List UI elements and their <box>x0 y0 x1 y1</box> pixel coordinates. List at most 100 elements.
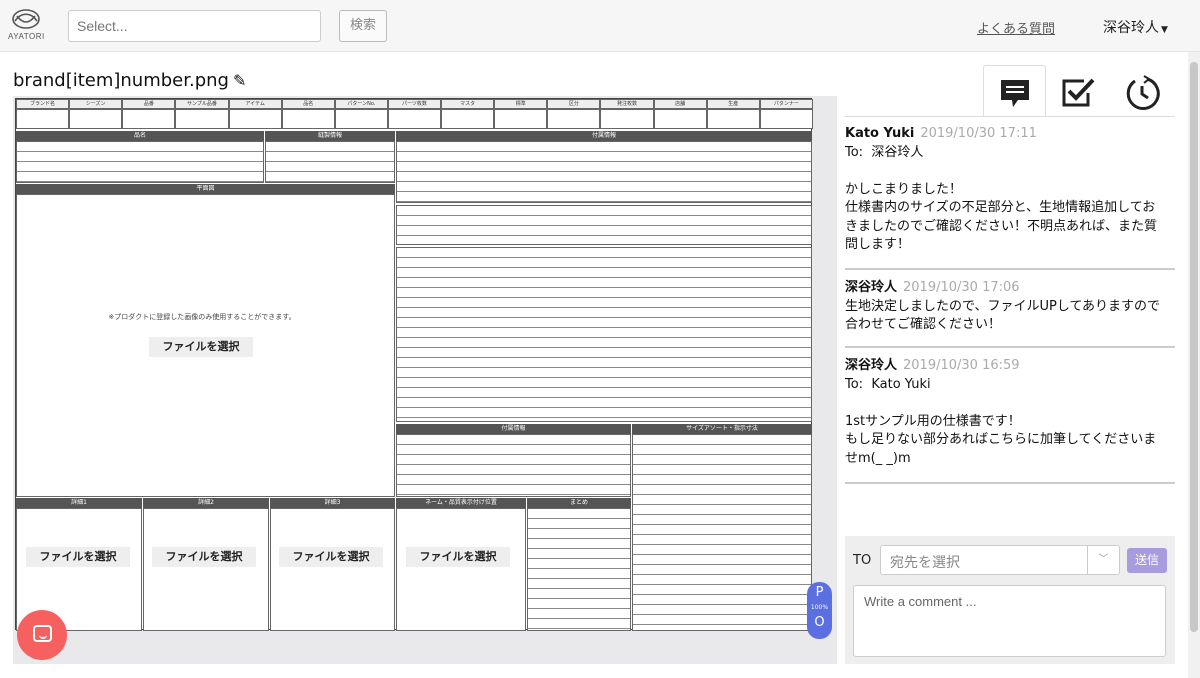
heimen-file-select-button[interactable]: ファイルを選択 <box>149 337 253 357</box>
sheet-top-header-cell: ブランド名 <box>16 99 70 109</box>
item-select-input[interactable]: Select... <box>68 10 321 42</box>
sheet-name-position-header: ネーム・品質表示付け位置 <box>396 498 526 508</box>
spec-sheet-image: ブランド名 シーズン 品番 サンプル品番 アイテム 品名 パターンNo. パーツ枚数 マスタ 標準… <box>15 98 813 631</box>
sheet-top-header-cell: 店舗 <box>653 99 707 109</box>
comment-item: 深谷玲人 2019/10/30 16:59 To: Kato Yuki 1stサン… <box>845 357 1175 468</box>
page-scrollbar[interactable] <box>1188 52 1200 678</box>
caret-down-icon: ▼ <box>1161 25 1168 35</box>
sheet-top-value-cell <box>334 109 388 129</box>
sheet-detail1-header: 詳細1 <box>16 498 142 508</box>
comment-body: To: 深谷玲人 かしこまりました！ 仕様書内のサイズの不足部分と、生地情報追加… <box>845 144 1158 253</box>
tab-history[interactable] <box>1110 65 1173 117</box>
sheet-top-header-cell: パーツ枚数 <box>387 99 442 109</box>
comment-icon <box>1000 80 1029 107</box>
sheet-fuzoku-grid <box>396 141 812 203</box>
sheet-top-value-cell <box>547 109 601 129</box>
sheet-top-value-cell <box>600 109 654 129</box>
sheet-top-header-cell: マスタ <box>441 99 495 109</box>
tab-comments[interactable] <box>983 65 1046 117</box>
panel-tabs <box>983 65 1175 117</box>
sheet-size-grid <box>632 434 812 631</box>
comment-timestamp: 2019/10/30 17:06 <box>903 280 1020 295</box>
comment-composer: TO 宛先を選択 ﹀ 送信 Write a comment ... <box>845 536 1175 664</box>
panel-divider <box>845 116 1175 117</box>
matome-grid <box>527 508 631 631</box>
sheet-top-header-cell: 発注枚数 <box>600 99 654 109</box>
comment-textarea[interactable]: Write a comment ... <box>853 585 1166 657</box>
comment-author: 深谷玲人 <box>845 358 898 373</box>
sheet-detail3-header: 詳細3 <box>270 498 395 508</box>
heimen-note: ※プロダクトに登録した画像のみ使用することができます。 <box>108 313 296 321</box>
comment-author: Kato Yuki <box>845 126 915 141</box>
sheet-top-value-cell <box>281 109 335 129</box>
sheet-section-heimen: 平面図 <box>16 184 395 194</box>
sheet-detail2-header: 詳細2 <box>143 498 269 508</box>
comment-body: To: Kato Yuki 1stサンプル用の仕様書です！ もし足りない部分あれ… <box>845 376 1157 466</box>
detail3-area <box>270 508 395 631</box>
sheet-fuzoku2-grid <box>396 205 812 245</box>
sheet-top-header-cell: 品名 <box>281 99 335 109</box>
sheet-top-value-cell <box>653 109 707 129</box>
sheet-matome-header: まとめ <box>527 498 631 508</box>
clock-history-icon <box>1126 75 1160 111</box>
comment-item: 深谷玲人 2019/10/30 17:06 生地決定しましたので、ファイルUPして… <box>845 279 1175 335</box>
checkbox-icon <box>1062 78 1094 107</box>
sheet-top-header-cell: パターンNo. <box>334 99 388 109</box>
knot-logo-icon <box>12 9 40 29</box>
chat-icon <box>33 625 52 642</box>
sheet-section-housei: 縫製情報 <box>265 131 395 141</box>
sheet-top-value-cell <box>122 109 176 129</box>
top-navbar: AYATORI Select... 検索 よくある質問 深谷玲人 ▼ <box>0 0 1200 52</box>
search-button[interactable]: 検索 <box>339 10 387 42</box>
zoom-p-button[interactable]: P <box>807 582 832 604</box>
to-label: TO <box>853 553 872 568</box>
support-chat-button[interactable] <box>17 610 67 660</box>
comment-item: Kato Yuki 2019/10/30 17:11 To: 深谷玲人 かしこまり… <box>845 125 1175 255</box>
recipient-select[interactable]: 宛先を選択 ﹀ <box>880 545 1120 575</box>
comment-separator <box>845 268 1175 270</box>
chevron-down-icon[interactable]: ﹀ <box>1087 546 1119 574</box>
comment-author: 深谷玲人 <box>845 280 898 295</box>
user-menu[interactable]: 深谷玲人 ▼ <box>1103 17 1168 37</box>
sheet-top-value-cell <box>228 109 282 129</box>
sheet-top-value-cell <box>706 109 760 129</box>
comment-separator <box>845 482 1175 484</box>
send-button[interactable]: 送信 <box>1127 548 1167 573</box>
sheet-top-header-cell: 区分 <box>547 99 601 109</box>
name-position-area <box>396 508 526 631</box>
name-position-file-select-button[interactable]: ファイルを選択 <box>406 547 510 567</box>
sheet-top-header-cell: 品番 <box>122 99 176 109</box>
comment-separator <box>845 346 1175 348</box>
faq-link[interactable]: よくある質問 <box>977 18 1055 37</box>
sheet-top-header-cell: シーズン <box>69 99 123 109</box>
user-name: 深谷玲人 <box>1103 20 1159 36</box>
zoom-control[interactable]: P 100% O <box>807 582 832 639</box>
sheet-top-value-cell <box>175 109 229 129</box>
sheet-top-value-cell <box>16 109 70 129</box>
sheet-section-hinmei: 品名 <box>16 131 264 141</box>
spec-sheet-viewer[interactable]: ブランド名 シーズン 品番 サンプル品番 アイテム 品名 パターンNo. パーツ枚数 マスタ 標準… <box>13 96 837 664</box>
comment-timestamp: 2019/10/30 17:11 <box>920 126 1037 141</box>
sheet-top-header-cell: 生産 <box>706 99 760 109</box>
comment-body: 生地決定しましたので、ファイルUPしてありますので 合わせてご確認ください！ <box>845 298 1161 333</box>
detail1-file-select-button[interactable]: ファイルを選択 <box>26 547 130 567</box>
sheet-top-value-cell <box>494 109 548 129</box>
file-title: brand[item]number.png ✎ <box>13 70 246 91</box>
pencil-edit-icon[interactable]: ✎ <box>233 71 246 90</box>
scrollbar-thumb[interactable] <box>1190 62 1198 632</box>
zoom-level: 100% <box>810 604 829 611</box>
sheet-top-header-cell: パタンナー <box>759 99 813 109</box>
sheet-top-header-cell: サンプル品番 <box>175 99 229 109</box>
sheet-section-size: サイズアソート・指示寸法 <box>632 424 812 434</box>
tab-tasks[interactable] <box>1046 65 1109 117</box>
detail3-file-select-button[interactable]: ファイルを選択 <box>279 547 383 567</box>
detail2-file-select-button[interactable]: ファイルを選択 <box>152 547 256 567</box>
zoom-o-button[interactable]: O <box>807 612 832 634</box>
recipient-placeholder: 宛先を選択 <box>890 555 960 571</box>
sheet-top-header-cell: アイテム <box>228 99 282 109</box>
sheet-top-value-cell <box>387 109 442 129</box>
sheet-top-value-cell <box>69 109 123 129</box>
sheet-section-fuzoku: 付属情報 <box>396 131 812 141</box>
sheet-top-header-cell: 標準 <box>494 99 548 109</box>
app-logo[interactable]: AYATORI <box>8 8 44 41</box>
